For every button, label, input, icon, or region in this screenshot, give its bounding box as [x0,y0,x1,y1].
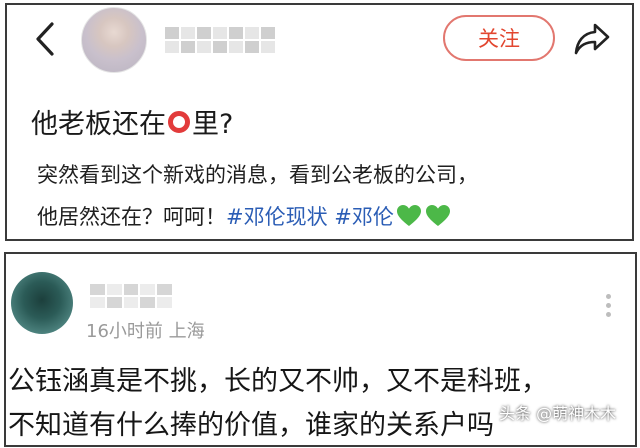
back-button[interactable] [29,19,61,59]
post-card: 关注 他老板还在 里? 突然看到这个新戏的消息，看到公老板的公司， 他居然还在？… [5,3,634,241]
follow-button[interactable]: 关注 [443,15,555,61]
more-dots-icon[interactable] [606,294,611,317]
post-title-prefix: 他老板还在 [31,109,166,140]
comment-text: 公钰涵真是不挑，长的又不帅，又不是科班， 不知道有什么捧的价值，谁家的关系户吗 [8,360,548,448]
author-avatar[interactable] [81,7,147,73]
red-ring-icon [168,110,190,133]
share-icon [574,23,610,55]
share-button[interactable] [572,19,612,59]
green-heart-icon [425,205,450,226]
back-icon [36,22,54,56]
post-body-line2-text: 他居然还在？呵呵！ [37,205,226,229]
post-title-suffix: 里? [192,109,234,140]
hashtag-link[interactable]: #邓伦现状 [226,205,328,229]
watermark: 头条 @萌神木木 [499,404,617,423]
commenter-avatar[interactable] [11,272,73,334]
post-body-line2: 他居然还在？呵呵！#邓伦现状 #邓伦 [37,196,627,238]
commenter-name-blurred[interactable] [90,284,172,308]
comment-meta: 16小时前 上海 [86,321,205,342]
post-body: 突然看到这个新戏的消息，看到公老板的公司， 他居然还在？呵呵！#邓伦现状 #邓伦 [37,154,627,238]
comment-line1: 公钰涵真是不挑，长的又不帅，又不是科班， [8,366,548,397]
comment-line2: 不知道有什么捧的价值，谁家的关系户吗 [8,410,494,441]
post-title: 他老板还在 里? [31,102,233,141]
green-heart-icon [396,205,421,226]
author-name-blurred[interactable] [165,27,275,53]
post-body-line1: 突然看到这个新戏的消息，看到公老板的公司， [37,163,478,187]
hashtag-link[interactable]: #邓伦 [334,205,394,229]
